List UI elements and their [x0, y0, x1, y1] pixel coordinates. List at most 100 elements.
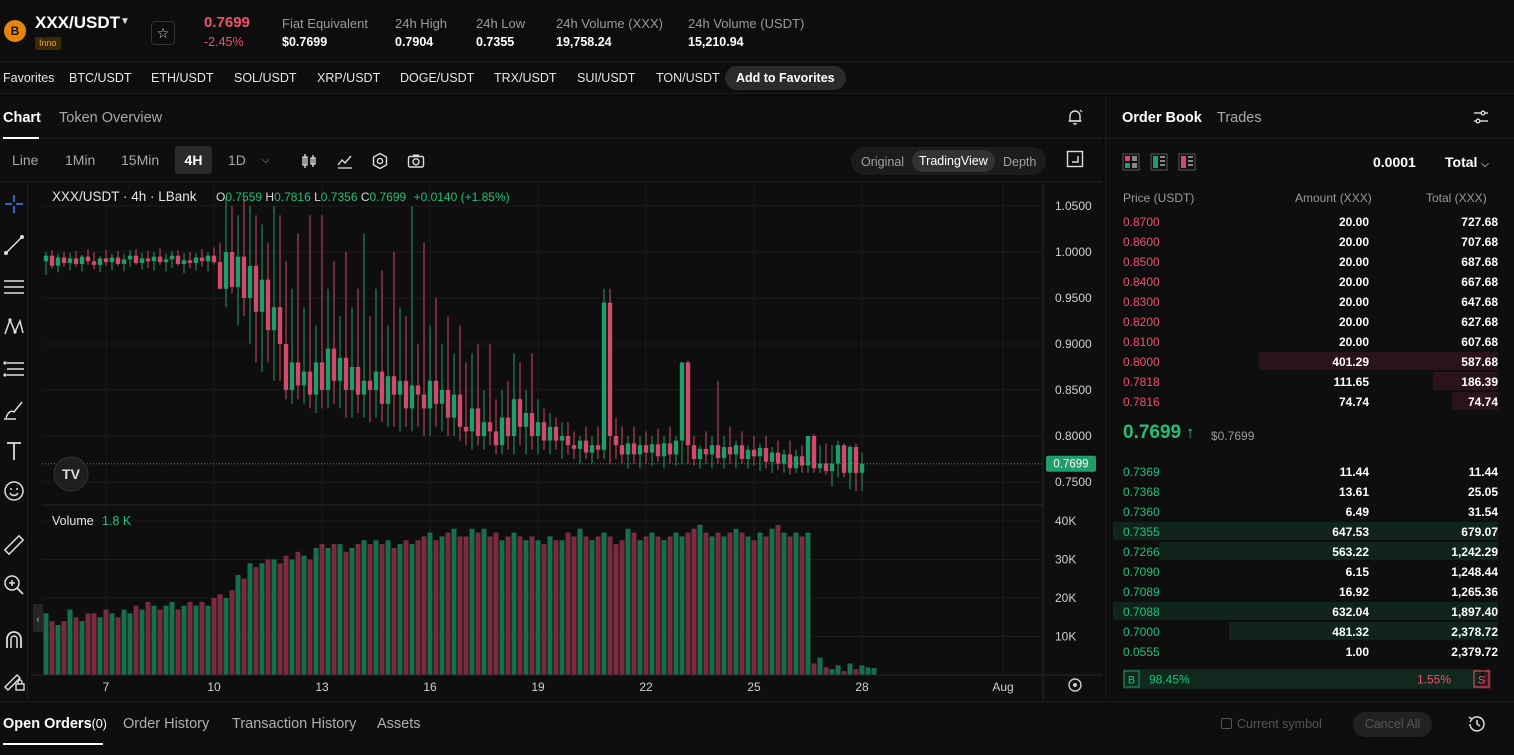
trend-line-icon[interactable]: [2, 233, 26, 257]
tab-trades[interactable]: Trades: [1217, 110, 1262, 126]
tab-transaction-history[interactable]: Transaction History: [232, 716, 356, 732]
tab-assets[interactable]: Assets: [377, 716, 421, 732]
tab-token-overview[interactable]: Token Overview: [59, 110, 162, 126]
candle-body: [55, 257, 61, 266]
volume-bar: [757, 532, 763, 675]
bid-row[interactable]: 0.0555 1.00 2,379.72: [1113, 641, 1498, 661]
ask-row[interactable]: 0.7816 74.74 74.74: [1113, 391, 1498, 411]
screenshot-camera-icon[interactable]: [407, 152, 425, 170]
total-mode-selector[interactable]: Total ⌵: [1445, 154, 1489, 170]
row-total: 1,242.29: [1451, 545, 1498, 559]
interval-1d[interactable]: 1D: [228, 152, 246, 168]
interval-15min[interactable]: 15Min: [121, 152, 159, 168]
brush-icon[interactable]: [2, 398, 26, 422]
ruler-icon[interactable]: [2, 533, 26, 557]
interval-more-chevron-icon[interactable]: ⌵: [262, 155, 270, 166]
pattern-tool-icon[interactable]: [2, 315, 26, 339]
favorite-pair[interactable]: SOL/USDT: [234, 71, 297, 85]
bids-only-view-icon[interactable]: [1150, 153, 1168, 171]
price-chart[interactable]: 1.0500 1.0000 0.9500 0.9000 0.8500 0.8000 0.75…: [30, 183, 1103, 700]
svg-text:‹: ‹: [36, 614, 39, 625]
interval-4h[interactable]: 4H: [175, 146, 212, 174]
bid-row[interactable]: 0.7355 647.53 679.07: [1113, 521, 1498, 541]
ask-row[interactable]: 0.7818 111.65 186.39: [1113, 371, 1498, 391]
bid-row[interactable]: 0.7266 563.22 1,242.29: [1113, 541, 1498, 561]
volume-bar: [655, 536, 661, 675]
ask-row[interactable]: 0.8200 20.00 627.68: [1113, 311, 1498, 331]
candle-body: [763, 447, 769, 462]
favorite-pair[interactable]: SUI/USDT: [577, 71, 635, 85]
bid-row[interactable]: 0.7368 13.61 25.05: [1113, 481, 1498, 501]
price-alert-bell-icon[interactable]: [1066, 108, 1084, 126]
ask-row[interactable]: 0.8000 401.29 587.68: [1113, 351, 1498, 371]
horizontal-lines-icon[interactable]: [2, 275, 26, 299]
ask-row[interactable]: 0.8600 20.00 707.68: [1113, 231, 1498, 251]
row-total: 11.44: [1468, 465, 1498, 479]
cancel-all-button[interactable]: Cancel All: [1353, 712, 1432, 737]
candle-body: [181, 260, 187, 264]
current-symbol-checkbox[interactable]: [1221, 718, 1232, 729]
scroll-left-handle[interactable]: ‹: [33, 604, 43, 632]
bid-row[interactable]: 0.7089 16.92 1,265.36: [1113, 581, 1498, 601]
volume-bar: [187, 601, 193, 675]
lock-drawings-icon[interactable]: [2, 669, 26, 693]
bid-row[interactable]: 0.7088 632.04 1,897.40: [1113, 601, 1498, 621]
indicators-icon[interactable]: [336, 152, 354, 170]
favorite-pair[interactable]: BTC/USDT: [69, 71, 132, 85]
chart-auto-scale-settings-icon[interactable]: [1068, 678, 1082, 692]
emoji-icon[interactable]: [2, 479, 26, 503]
text-tool-icon[interactable]: [2, 439, 26, 463]
favorite-pair[interactable]: TRX/USDT: [494, 71, 557, 85]
zoom-in-icon[interactable]: [2, 573, 26, 597]
tab-chart[interactable]: Chart: [3, 110, 41, 126]
candle-body: [337, 357, 343, 381]
candle-type-icon[interactable]: [300, 152, 318, 170]
candle-body: [721, 447, 727, 459]
ask-row[interactable]: 0.8500 20.00 687.68: [1113, 251, 1498, 271]
bid-row[interactable]: 0.7090 6.15 1,248.44: [1113, 561, 1498, 581]
bid-row[interactable]: 0.7360 6.49 31.54: [1113, 501, 1498, 521]
favorite-pair[interactable]: TON/USDT: [656, 71, 720, 85]
asks-only-view-icon[interactable]: [1178, 153, 1196, 171]
volume-bar: [745, 536, 751, 675]
magnet-icon[interactable]: [2, 628, 26, 652]
ask-row[interactable]: 0.8100 20.00 607.68: [1113, 331, 1498, 351]
volume-bar: [373, 540, 379, 675]
chevron-down-icon[interactable]: ▼: [120, 16, 130, 27]
view-tradingview[interactable]: TradingView: [912, 150, 995, 172]
view-mode-switch: Original TradingView Depth: [851, 147, 1046, 175]
ask-row[interactable]: 0.8300 20.00 647.68: [1113, 291, 1498, 311]
both-sides-view-icon[interactable]: [1122, 153, 1140, 171]
tab-open-orders[interactable]: Open Orders(0): [3, 716, 107, 732]
crosshair-icon[interactable]: [2, 192, 26, 216]
view-depth[interactable]: Depth: [1003, 155, 1036, 169]
volume-bar: [595, 536, 601, 675]
favorite-pair[interactable]: DOGE/USDT: [400, 71, 474, 85]
volume-tick-label: 10K: [1055, 630, 1076, 644]
bid-row[interactable]: 0.7000 481.32 2,378.72: [1113, 621, 1498, 641]
favorite-star-icon[interactable]: ☆: [151, 21, 175, 45]
fibonacci-icon[interactable]: [2, 357, 26, 381]
favorite-pair[interactable]: ETH/USDT: [151, 71, 214, 85]
add-to-favorites-button[interactable]: Add to Favorites: [725, 66, 846, 90]
volume-bar: [685, 532, 691, 675]
favorite-pair[interactable]: XRP/USDT: [317, 71, 380, 85]
ask-row[interactable]: 0.8400 20.00 667.68: [1113, 271, 1498, 291]
pair-selector[interactable]: XXX/USDT: [35, 13, 120, 33]
fullscreen-icon[interactable]: [1066, 150, 1084, 168]
bid-row[interactable]: 0.7369 11.44 11.44: [1113, 461, 1498, 481]
interval-line[interactable]: Line: [12, 152, 38, 168]
ask-row[interactable]: 0.8700 20.00 727.68: [1113, 211, 1498, 231]
view-original[interactable]: Original: [861, 155, 904, 169]
order-book-settings-icon[interactable]: [1472, 108, 1490, 126]
candle-body: [535, 422, 541, 436]
tab-order-history[interactable]: Order History: [123, 716, 209, 732]
volume-bar: [505, 536, 511, 675]
volume-bar: [163, 605, 169, 675]
tradingview-logo-icon[interactable]: TV: [53, 456, 89, 492]
interval-1min[interactable]: 1Min: [65, 152, 95, 168]
order-history-clock-icon[interactable]: [1467, 714, 1487, 734]
tab-order-book[interactable]: Order Book: [1122, 110, 1202, 126]
precision-selector[interactable]: 0.0001: [1373, 154, 1416, 170]
chart-settings-gear-icon[interactable]: [371, 152, 389, 170]
